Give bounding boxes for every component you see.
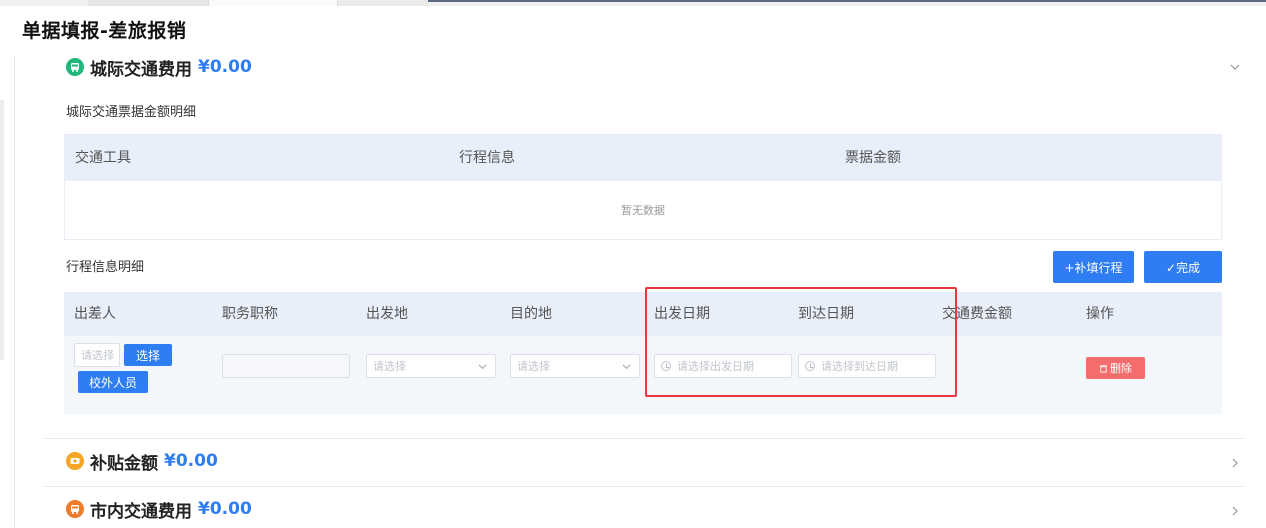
chevron-down-icon[interactable] — [1230, 62, 1240, 72]
dest-place-select[interactable]: 请选择 — [510, 354, 640, 378]
section-subsidy-title: 补贴金额 — [90, 453, 158, 474]
section-divider — [44, 438, 1244, 439]
dest-place-placeholder: 请选择 — [517, 360, 550, 373]
section-citytransport-title: 市内交通费用 — [90, 501, 192, 522]
section-citytransport-header[interactable]: 市内交通费用 ¥0.00 — [66, 496, 252, 522]
trip-col-depart-place: 出发地 — [366, 306, 408, 322]
trip-col-dest-place: 目的地 — [510, 306, 552, 322]
trip-table: 出差人 职务职称 出发地 目的地 出发日期 到达日期 交通费金额 操作 — [64, 292, 1222, 414]
section-intercity-amount: ¥0.00 — [198, 57, 252, 77]
job-title-field — [222, 354, 350, 378]
trip-col-action: 操作 — [1086, 306, 1114, 322]
ticket-col-amount: 票据金额 — [845, 150, 901, 166]
tab-placeholder-2[interactable] — [208, 0, 338, 6]
left-edge-panel — [0, 100, 4, 360]
section-divider — [44, 486, 1244, 487]
trash-icon — [1099, 364, 1108, 373]
chevron-down-icon — [622, 364, 631, 370]
select-traveler-button[interactable]: 选择 — [124, 344, 172, 366]
ticket-col-vehicle: 交通工具 — [75, 150, 131, 166]
ticket-table: 交通工具 行程信息 票据金额 暂无数据 — [64, 134, 1222, 240]
bus-icon — [66, 58, 84, 76]
date-columns-highlight-box — [645, 287, 957, 397]
content-left-border — [14, 56, 15, 528]
top-tab-strip — [0, 0, 1266, 6]
depart-place-placeholder: 请选择 — [373, 360, 406, 373]
page-title: 单据填报-差旅报销 — [22, 20, 187, 42]
trip-table-header: 出差人 职务职称 出发地 目的地 出发日期 到达日期 交通费金额 操作 — [64, 292, 1222, 336]
chevron-down-icon — [478, 364, 487, 370]
car-icon — [66, 500, 84, 518]
tab-placeholder-3[interactable] — [338, 0, 428, 6]
delete-label: 删除 — [1110, 362, 1132, 375]
ticket-table-header: 交通工具 行程信息 票据金额 — [65, 135, 1221, 181]
external-person-button[interactable]: 校外人员 — [78, 371, 148, 393]
section-citytransport-amount: ¥0.00 — [198, 499, 252, 519]
trip-col-title: 职务职称 — [222, 306, 278, 322]
add-trip-button[interactable]: +补填行程 — [1053, 251, 1134, 283]
ticket-table-empty: 暂无数据 — [621, 204, 665, 217]
traveler-input[interactable]: 请选择 — [74, 343, 120, 367]
trip-detail-label: 行程信息明细 — [66, 260, 145, 275]
ticket-detail-label: 城际交通票据金额明细 — [66, 105, 197, 120]
done-button[interactable]: ✓完成 — [1144, 251, 1222, 283]
chevron-right-icon[interactable] — [1230, 458, 1240, 468]
coin-icon — [66, 452, 84, 470]
depart-place-select[interactable]: 请选择 — [366, 354, 496, 378]
tab-placeholder-1[interactable] — [88, 0, 208, 6]
section-subsidy-header[interactable]: 补贴金额 ¥0.00 — [66, 448, 218, 474]
delete-row-button[interactable]: 删除 — [1086, 357, 1145, 379]
trip-col-traveler: 出差人 — [74, 306, 116, 322]
section-subsidy-amount: ¥0.00 — [164, 451, 218, 471]
section-intercity-header[interactable]: 城际交通费用 ¥0.00 — [66, 54, 252, 80]
ticket-col-trip: 行程信息 — [459, 150, 515, 166]
chevron-right-icon[interactable] — [1230, 506, 1240, 516]
top-accent-line — [428, 0, 1266, 2]
section-intercity-title: 城际交通费用 — [90, 59, 192, 80]
